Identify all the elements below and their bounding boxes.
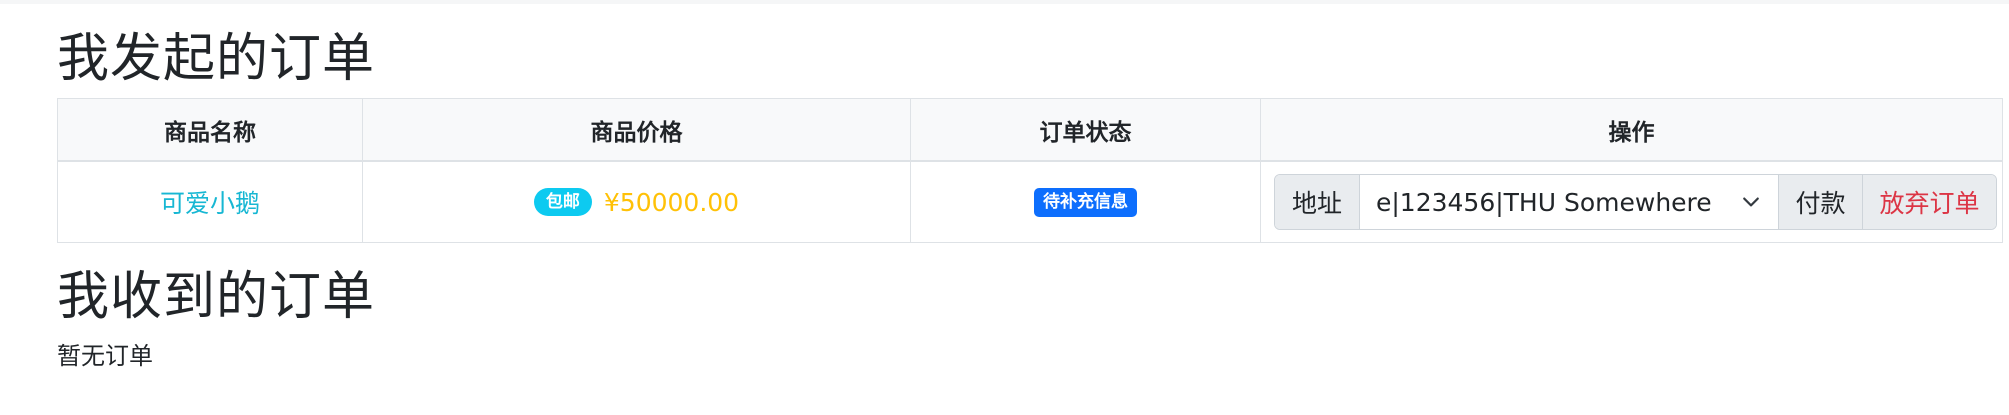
address-label: 地址	[1275, 175, 1360, 229]
column-header-actions: 操作	[1260, 98, 2003, 162]
abandon-order-button[interactable]: 放弃订单	[1863, 175, 1996, 229]
address-select-value: e|123456|THU Somewhere	[1376, 187, 1712, 217]
table-row: 可爱小鹅 包邮 ¥50000.00 待补充信息 地址 e|123456|THU S…	[57, 160, 2003, 243]
product-price-cell: 包邮 ¥50000.00	[362, 160, 911, 243]
chevron-down-icon	[1743, 197, 1759, 207]
column-header-order-status: 订单状态	[910, 98, 1261, 162]
sent-orders-title: 我发起的订单	[57, 29, 376, 89]
status-badge: 待补充信息	[1034, 187, 1137, 217]
price-text: ¥50000.00	[603, 187, 740, 217]
pay-button[interactable]: 付款	[1779, 175, 1863, 229]
product-name-cell: 可爱小鹅	[57, 160, 363, 243]
column-header-product-name: 商品名称	[57, 98, 363, 162]
free-shipping-badge: 包邮	[533, 188, 592, 217]
column-header-product-price: 商品价格	[362, 98, 911, 162]
address-input-group: 地址 e|123456|THU Somewhere 付款 放弃订单	[1274, 174, 1997, 230]
address-select[interactable]: e|123456|THU Somewhere	[1360, 175, 1779, 229]
received-orders-title: 我收到的订单	[57, 267, 376, 327]
top-strip	[0, 0, 2009, 4]
sent-orders-table: 商品名称 商品价格 订单状态 操作 可爱小鹅 包邮 ¥50000.00 待补充信息	[57, 98, 2003, 243]
table-header-row: 商品名称 商品价格 订单状态 操作	[57, 98, 2003, 162]
product-link[interactable]: 可爱小鹅	[160, 189, 260, 218]
no-orders-text: 暂无订单	[57, 342, 153, 370]
actions-cell: 地址 e|123456|THU Somewhere 付款 放弃订单	[1260, 160, 2003, 243]
order-status-cell: 待补充信息	[910, 160, 1261, 243]
